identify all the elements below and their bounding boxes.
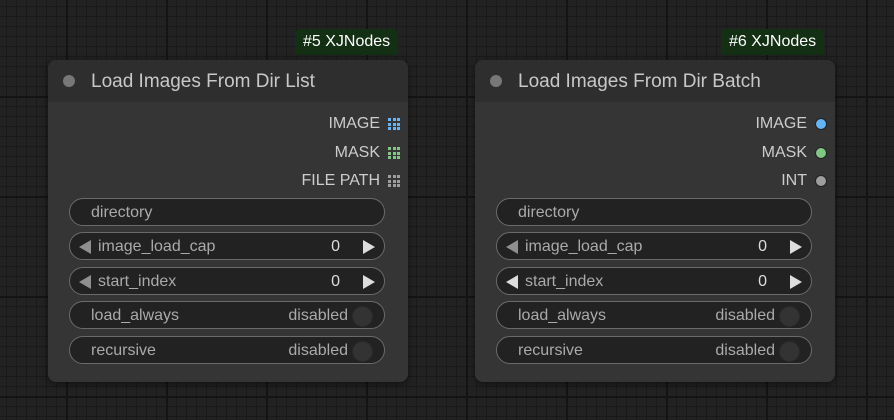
output-label: FILE PATH	[301, 172, 380, 189]
widget-value: 0	[331, 273, 340, 290]
node-title: Load Images From Dir List	[91, 71, 315, 92]
directory-input[interactable]: directory	[69, 198, 385, 226]
widget-value: 0	[758, 238, 767, 255]
start-index-stepper[interactable]: start_index 0	[69, 267, 385, 295]
node-title: Load Images From Dir Batch	[518, 71, 761, 92]
image-load-cap-stepper[interactable]: image_load_cap 0	[69, 232, 385, 260]
output-label: MASK	[334, 144, 380, 161]
widget-label: directory	[518, 204, 580, 221]
output-label: MASK	[761, 144, 807, 161]
grid-icon[interactable]	[388, 175, 400, 187]
widget-label: load_always	[91, 307, 180, 324]
load-always-toggle[interactable]: load_always disabled	[69, 301, 385, 329]
output-mask[interactable]: MASK	[335, 143, 400, 163]
recursive-toggle[interactable]: recursive disabled	[496, 336, 812, 364]
node-id-badge: #6 XJNodes	[721, 29, 825, 55]
toggle-knob-icon[interactable]	[352, 341, 373, 362]
output-mask[interactable]: MASK	[762, 143, 827, 163]
toggle-knob-icon[interactable]	[779, 306, 800, 327]
widget-value: disabled	[288, 342, 348, 359]
increment-arrow-icon[interactable]	[363, 275, 375, 289]
collapse-dot-icon[interactable]	[63, 75, 75, 87]
node-id-badge: #5 XJNodes	[295, 29, 399, 55]
increment-arrow-icon[interactable]	[790, 240, 802, 254]
start-index-stepper[interactable]: start_index 0	[496, 267, 812, 295]
load-always-toggle[interactable]: load_always disabled	[496, 301, 812, 329]
dot-icon[interactable]	[815, 118, 827, 130]
increment-arrow-icon[interactable]	[363, 240, 375, 254]
widget-value: 0	[758, 273, 767, 290]
output-label: IMAGE	[755, 115, 807, 132]
widget-label: start_index	[98, 273, 177, 290]
widget-value: 0	[331, 238, 340, 255]
widget-label: start_index	[525, 273, 604, 290]
node-header[interactable]: Load Images From Dir Batch	[475, 60, 835, 102]
output-image[interactable]: IMAGE	[755, 114, 827, 134]
node-load-images-from-dir-batch[interactable]: Load Images From Dir Batch IMAGE MASK IN…	[475, 60, 835, 382]
output-image[interactable]: IMAGE	[328, 114, 400, 134]
output-label: INT	[781, 172, 807, 189]
widget-label: load_always	[518, 307, 607, 324]
node-header[interactable]: Load Images From Dir List	[48, 60, 408, 102]
toggle-knob-icon[interactable]	[352, 306, 373, 327]
toggle-knob-icon[interactable]	[779, 341, 800, 362]
decrement-arrow-icon[interactable]	[506, 275, 518, 289]
output-label: IMAGE	[328, 115, 380, 132]
widget-label: recursive	[91, 342, 156, 359]
grid-icon[interactable]	[388, 147, 400, 159]
directory-input[interactable]: directory	[496, 198, 812, 226]
collapse-dot-icon[interactable]	[490, 75, 502, 87]
widget-label: recursive	[518, 342, 583, 359]
output-file-path[interactable]: FILE PATH	[301, 171, 400, 191]
widget-label: image_load_cap	[98, 238, 216, 255]
widget-value: disabled	[715, 342, 775, 359]
image-load-cap-stepper[interactable]: image_load_cap 0	[496, 232, 812, 260]
recursive-toggle[interactable]: recursive disabled	[69, 336, 385, 364]
grid-icon[interactable]	[388, 118, 400, 130]
output-int[interactable]: INT	[781, 171, 827, 191]
increment-arrow-icon[interactable]	[790, 275, 802, 289]
widget-label: image_load_cap	[525, 238, 643, 255]
decrement-arrow-icon[interactable]	[506, 240, 518, 254]
decrement-arrow-icon[interactable]	[79, 240, 91, 254]
widget-value: disabled	[288, 307, 348, 324]
widget-value: disabled	[715, 307, 775, 324]
node-load-images-from-dir-list[interactable]: Load Images From Dir List IMAGE MASK FIL…	[48, 60, 408, 382]
dot-icon[interactable]	[815, 147, 827, 159]
widget-label: directory	[91, 204, 153, 221]
decrement-arrow-icon[interactable]	[79, 275, 91, 289]
dot-icon[interactable]	[815, 175, 827, 187]
